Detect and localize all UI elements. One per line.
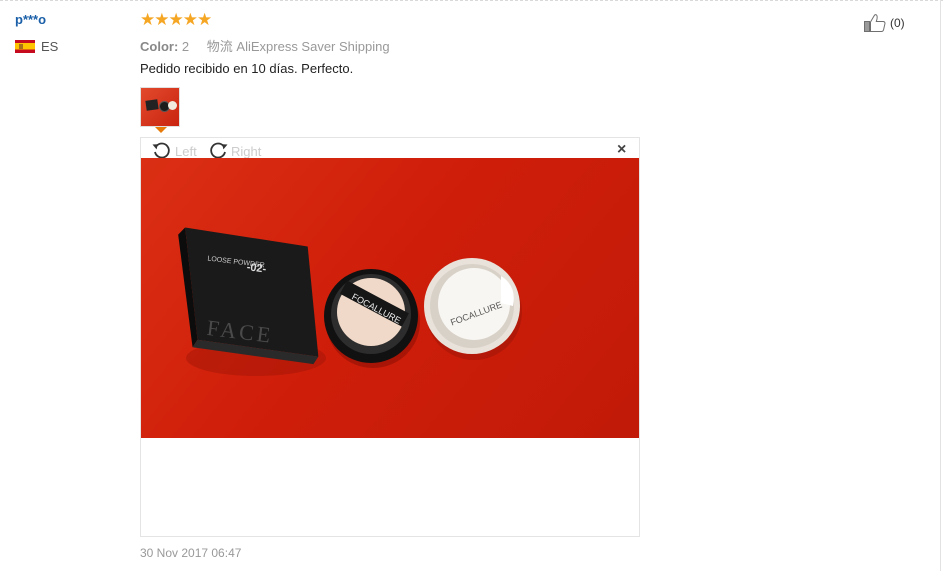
review-date: 30 Nov 2017 06:47 xyxy=(140,546,242,560)
spain-flag-icon xyxy=(15,40,35,53)
reviewer-name[interactable]: p***o xyxy=(15,12,46,27)
top-divider xyxy=(0,0,943,1)
color-label: Color: xyxy=(140,39,179,54)
color-value: 2 xyxy=(181,39,190,54)
review-photo-thumbnail[interactable] xyxy=(140,87,180,127)
shipping-method: AliExpress Saver Shipping xyxy=(236,39,390,54)
helpful-button[interactable]: (0) xyxy=(863,13,923,33)
reviewer-country: ES xyxy=(41,39,59,54)
box-shade: -02- xyxy=(246,261,267,275)
review-text: Pedido recibido en 10 días. Perfecto. xyxy=(140,61,354,76)
right-border xyxy=(940,0,941,571)
thumbs-up-icon xyxy=(864,14,886,32)
selected-thumbnail-indicator xyxy=(155,127,167,133)
star-rating: ★★★★★ xyxy=(140,10,212,29)
review-photo: LOOSE POWDER -02- FACE FOCALLURE FOCALLU… xyxy=(141,158,639,438)
rotate-right-icon xyxy=(210,142,228,159)
rotate-left-icon xyxy=(152,142,170,159)
helpful-count: (0) xyxy=(890,16,905,30)
image-viewer: Left Right × LOOSE POWDER -02- FACE FOCA… xyxy=(140,137,640,537)
order-info: Color: 2 物流 AliExpress Saver Shipping xyxy=(140,36,390,55)
rotate-left-label: Left xyxy=(175,144,197,159)
rotate-right-label: Right xyxy=(231,144,262,159)
product-photo-drawing: LOOSE POWDER -02- FACE FOCALLURE FOCALLU… xyxy=(178,227,522,376)
shipping-prefix: 物流 xyxy=(206,39,233,54)
close-viewer-button[interactable]: × xyxy=(617,141,626,159)
